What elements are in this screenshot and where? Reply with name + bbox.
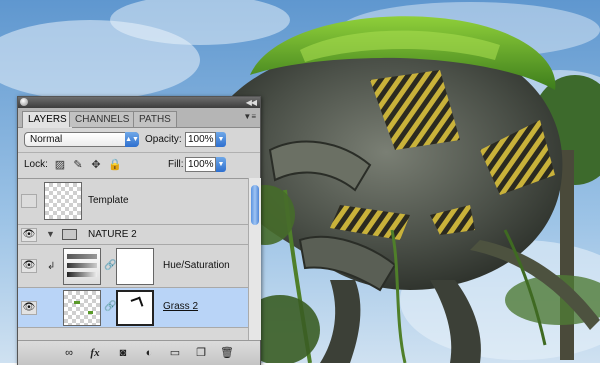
lock-all-icon[interactable]: 🔒 — [108, 159, 122, 171]
eye-icon[interactable]: 👁 — [21, 228, 37, 242]
fx-icon[interactable]: fx — [88, 346, 102, 360]
close-icon[interactable] — [20, 98, 28, 106]
layer-name: NATURE 2 — [88, 229, 137, 240]
layers-scrollbar[interactable] — [248, 178, 261, 340]
folder-icon — [62, 229, 77, 240]
layer-name: Grass 2 — [163, 301, 199, 312]
blend-mode-value: Normal — [30, 134, 63, 145]
layers-bottom-toolbar: ∞ fx ◙ ◐ ▭ ❐ 🗑 — [18, 340, 260, 365]
layer-mask-thumbnail[interactable] — [116, 248, 154, 285]
layer-row-adjustment[interactable]: 👁 ↲ 🔗 Hue/Saturation — [18, 245, 248, 288]
blend-mode-select[interactable]: Normal ▲▼ — [24, 132, 139, 147]
tab-layers[interactable]: LAYERS — [22, 111, 73, 128]
link-icon[interactable]: ∞ — [62, 346, 76, 360]
layer-row-group[interactable]: 👁 ▼ NATURE 2 — [18, 225, 248, 245]
opacity-dropdown-icon[interactable]: ▼ — [216, 132, 226, 147]
layer-name: Template — [88, 195, 129, 206]
opacity-field[interactable]: 100% — [185, 132, 216, 147]
fill-dropdown-icon[interactable]: ▼ — [216, 157, 226, 172]
dropdown-arrow-icon: ▲▼ — [125, 132, 139, 147]
clip-arrow-icon: ↲ — [47, 261, 56, 272]
new-layer-icon[interactable]: ❐ — [194, 346, 208, 360]
lock-transparent-pixels-icon[interactable]: ▨ — [54, 159, 66, 171]
chain-link-icon[interactable]: 🔗 — [104, 260, 116, 271]
panel-tabs: LAYERS CHANNELS PATHS ▼≡ — [18, 108, 260, 128]
layers-panel: ◀◀ LAYERS CHANNELS PATHS ▼≡ Normal ▲▼ Op… — [17, 96, 261, 365]
layer-name: Hue/Saturation — [163, 260, 230, 271]
expand-triangle-icon[interactable]: ▼ — [46, 229, 55, 239]
tab-paths[interactable]: PATHS — [133, 111, 177, 127]
fill-label: Fill: — [168, 159, 184, 170]
new-group-icon[interactable]: ▭ — [168, 346, 182, 360]
scrollbar-thumb[interactable] — [251, 185, 259, 225]
visibility-toggle-empty[interactable] — [21, 194, 37, 208]
chain-link-icon[interactable]: 🔗 — [104, 301, 116, 312]
collapse-icon[interactable]: ◀◀ — [246, 97, 257, 108]
tab-channels[interactable]: CHANNELS — [69, 111, 136, 127]
layers-list: Template 👁 ▼ NATURE 2 👁 ↲ 🔗 Hue/Saturati… — [18, 178, 248, 341]
layer-thumbnail — [63, 290, 101, 326]
layer-row-selected[interactable]: 👁 🔗 Grass 2 — [18, 288, 248, 328]
hue-saturation-icon — [63, 248, 101, 285]
panel-titlebar[interactable]: ◀◀ — [18, 97, 260, 108]
opacity-label: Opacity: — [145, 134, 182, 145]
lock-image-pixels-icon[interactable]: ✎ — [72, 159, 84, 171]
lock-label: Lock: — [24, 159, 48, 170]
add-mask-icon[interactable]: ◙ — [116, 346, 130, 360]
blend-opacity-row: Normal ▲▼ Opacity: 100% ▼ — [18, 128, 260, 152]
layer-row-template[interactable]: Template — [18, 179, 248, 225]
trash-icon[interactable]: 🗑 — [220, 346, 234, 360]
layer-mask-thumbnail[interactable] — [116, 290, 154, 326]
panel-menu-icon[interactable]: ▼≡ — [243, 112, 256, 121]
eye-icon[interactable]: 👁 — [21, 259, 37, 273]
eye-icon[interactable]: 👁 — [21, 301, 37, 315]
adjustment-layer-icon[interactable]: ◐ — [142, 346, 156, 360]
fill-field[interactable]: 100% — [185, 157, 216, 172]
lock-position-icon[interactable]: ✥ — [90, 159, 102, 171]
layer-thumbnail — [44, 182, 82, 220]
lock-fill-row: Lock: ▨ ✎ ✥ 🔒 Fill: 100% ▼ — [18, 152, 260, 178]
